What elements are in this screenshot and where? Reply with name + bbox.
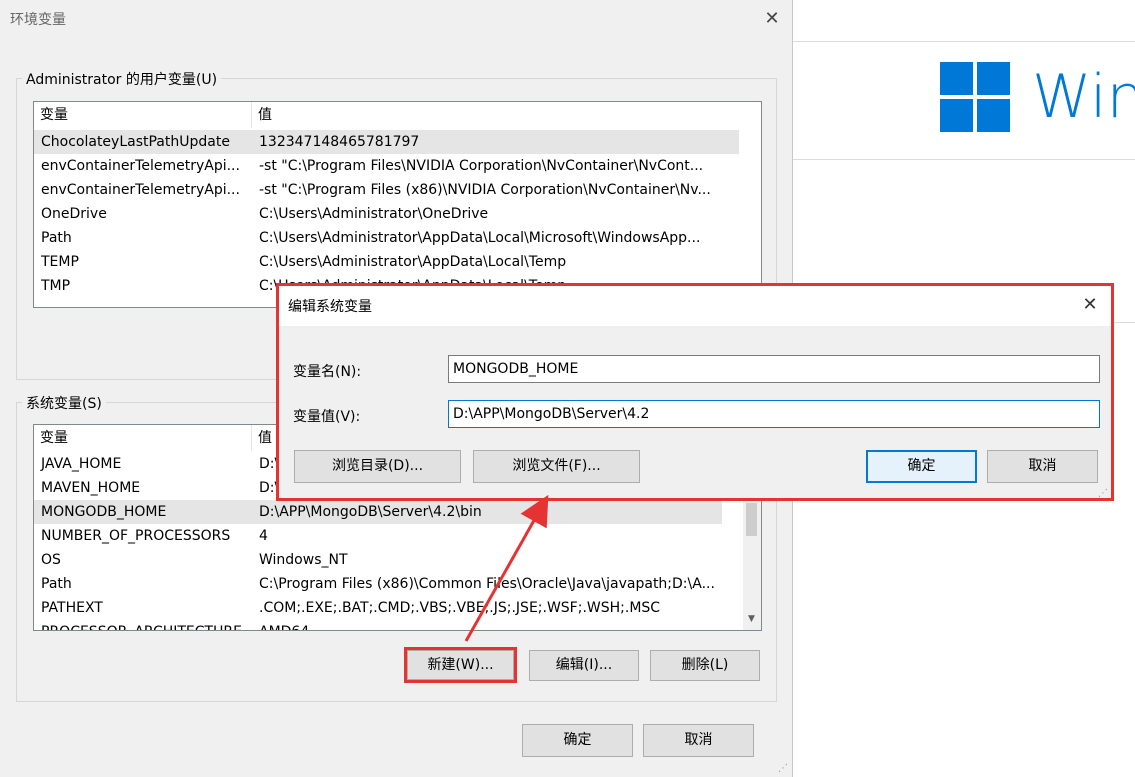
dialog-title: 环境变量 <box>10 12 66 28</box>
variable-name-input[interactable]: MONGODB_HOME <box>448 355 1100 383</box>
user-variables-label: Administrator 的用户变量(U) <box>22 69 222 89</box>
table-row[interactable]: MONGODB_HOME D:\APP\MongoDB\Server\4.2\bi… <box>34 500 722 524</box>
variable-name-cell: TEMP <box>41 254 79 270</box>
table-row[interactable]: ChocolateyLastPathUpdate 1323471484657817… <box>34 130 739 154</box>
table-row[interactable]: OS Windows_NT <box>34 548 722 572</box>
column-header-name[interactable]: 变量 <box>34 102 252 128</box>
table-row[interactable]: Path C:\Users\Administrator\AppData\Local… <box>34 226 739 250</box>
close-icon[interactable]: ✕ <box>762 9 782 29</box>
title-bar: 编辑系统变量 ✕ <box>279 286 1111 326</box>
variable-value-cell: C:\Users\Administrator\OneDrive <box>259 206 489 222</box>
ok-button[interactable]: 确定 <box>866 450 977 483</box>
divider <box>793 159 1135 160</box>
variable-value-cell: C:\Users\Administrator\AppData\Local\Tem… <box>259 254 567 270</box>
variable-name-cell: Path <box>41 230 72 246</box>
table-row[interactable]: envContainerTelemetryApi... -st "C:\Progr… <box>34 178 739 202</box>
edit-variable-button[interactable]: 编辑(I)... <box>529 650 639 681</box>
variable-name-cell: ChocolateyLastPathUpdate <box>41 134 230 150</box>
table-row[interactable]: Path C:\Program Files (x86)\Common Files\… <box>34 572 722 596</box>
table-row[interactable]: NUMBER_OF_PROCESSORS 4 <box>34 524 722 548</box>
table-row[interactable]: PATHEXT .COM;.EXE;.BAT;.CMD;.VBS;.VBE;.JS… <box>34 596 722 620</box>
variable-name-cell: MAVEN_HOME <box>41 480 141 496</box>
variable-name-cell: PATHEXT <box>41 600 103 616</box>
dialog-title: 编辑系统变量 <box>288 299 372 315</box>
resize-grip-icon[interactable]: ⋰ <box>778 763 790 775</box>
resize-grip-icon[interactable]: ⋰ <box>1098 488 1110 500</box>
ok-button[interactable]: 确定 <box>522 724 633 757</box>
variable-value-cell: 132347148465781797 <box>259 134 420 150</box>
variable-value-cell: C:\Program Files (x86)\Common Files\Orac… <box>259 576 715 592</box>
variable-value-cell: Windows_NT <box>259 552 348 568</box>
variable-name-cell: JAVA_HOME <box>41 456 122 472</box>
scrollbar-thumb[interactable] <box>746 503 757 536</box>
scroll-down-arrow-icon[interactable]: ▼ <box>743 611 760 628</box>
table-row[interactable]: OneDrive C:\Users\Administrator\OneDrive <box>34 202 739 226</box>
browse-file-button[interactable]: 浏览文件(F)... <box>473 450 640 483</box>
variable-value-cell: AMD64 <box>252 620 722 630</box>
column-header-value[interactable]: 值 <box>252 102 761 128</box>
table-row[interactable]: envContainerTelemetryApi... -st "C:\Progr… <box>34 154 739 178</box>
variable-value-cell: C:\Users\Administrator\AppData\Local\Mic… <box>259 230 701 246</box>
cancel-button[interactable]: 取消 <box>643 724 754 757</box>
variable-name-cell: envContainerTelemetryApi... <box>41 158 240 174</box>
list-header: 变量 值 <box>34 102 761 128</box>
variable-name-cell: envContainerTelemetryApi... <box>41 182 240 198</box>
variable-value-cell: 4 <box>259 528 268 544</box>
variable-value-label: 变量值(V): <box>293 409 361 425</box>
browse-directory-button[interactable]: 浏览目录(D)... <box>294 450 461 483</box>
column-header-name[interactable]: 变量 <box>34 425 252 451</box>
variable-name-cell: TMP <box>41 278 71 294</box>
close-icon[interactable]: ✕ <box>1079 294 1101 316</box>
variable-value-input[interactable]: D:\APP\MongoDB\Server\4.2 <box>448 400 1100 428</box>
system-variables-label: 系统变量(S) <box>22 393 106 413</box>
windows-logo-icon <box>940 62 1010 132</box>
variable-value-cell: D:\APP\MongoDB\Server\4.2\bin <box>259 504 482 520</box>
variable-name-cell: Path <box>41 576 72 592</box>
annotation-highlight-box <box>404 647 517 683</box>
table-row[interactable]: PROCESSOR_ARCHITECTUREAMD64 <box>34 620 722 630</box>
cancel-button[interactable]: 取消 <box>987 450 1098 483</box>
user-variables-list[interactable]: 变量 值 ChocolateyLastPathUpdate 13234714846… <box>33 101 762 308</box>
delete-variable-button[interactable]: 删除(L) <box>650 650 760 681</box>
variable-name-cell: PROCESSOR_ARCHITECTURE <box>34 620 252 630</box>
variable-name-cell: NUMBER_OF_PROCESSORS <box>41 528 231 544</box>
variable-value-cell: .COM;.EXE;.BAT;.CMD;.VBS;.VBE;.JS;.JSE;.… <box>259 600 661 616</box>
windows-brand-text: Win <box>1032 62 1135 132</box>
variable-name-cell: OneDrive <box>41 206 107 222</box>
edit-system-variable-dialog: 编辑系统变量 ✕ 变量名(N): MONGODB_HOME 变量值(V): D:… <box>276 283 1114 501</box>
variable-name-cell: MONGODB_HOME <box>41 504 167 520</box>
divider <box>793 41 1135 42</box>
variable-name-cell: OS <box>41 552 61 568</box>
variable-value-cell: -st "C:\Program Files\NVIDIA Corporation… <box>259 158 704 174</box>
variable-name-label: 变量名(N): <box>293 364 362 380</box>
table-row[interactable]: TEMP C:\Users\Administrator\AppData\Local… <box>34 250 739 274</box>
variable-value-cell: -st "C:\Program Files (x86)\NVIDIA Corpo… <box>259 182 711 198</box>
